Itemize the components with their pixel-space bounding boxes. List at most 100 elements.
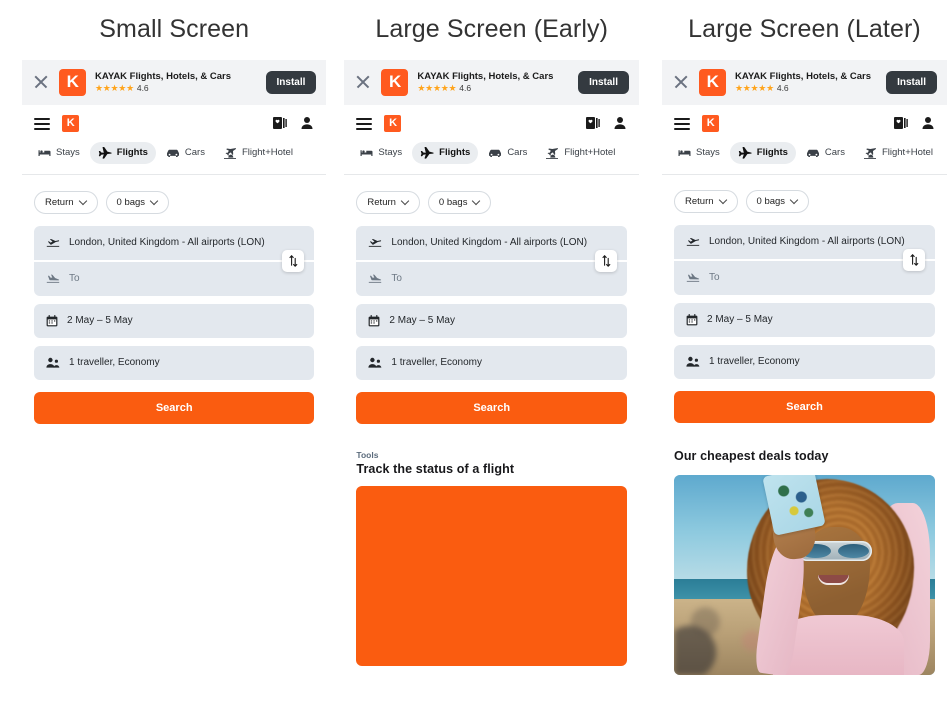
destination-input[interactable]: To (356, 261, 627, 296)
destination-input[interactable]: To (674, 260, 935, 295)
landing-icon (369, 273, 382, 283)
trips-icon[interactable] (586, 116, 601, 130)
origin-value: London, United Kingdom - All airports (L… (709, 236, 905, 247)
travellers-input[interactable]: 1 traveller, Economy (674, 344, 935, 379)
close-icon[interactable] (672, 73, 690, 91)
chevron-down-icon (473, 200, 480, 204)
tab-label: Stays (696, 147, 720, 158)
deals-hero-photo[interactable] (674, 474, 935, 675)
chevron-down-icon (720, 199, 727, 203)
tab-label: Flight+Hotel (564, 147, 616, 158)
bags-dropdown[interactable]: 0 bags (427, 190, 492, 214)
tab-flights[interactable]: Flights (412, 141, 479, 164)
top-nav: K (344, 105, 639, 140)
tab-flights[interactable]: Flights (729, 141, 796, 164)
origin-input[interactable]: London, United Kingdom - All airports (L… (674, 224, 935, 259)
trips-icon[interactable] (273, 116, 288, 130)
vertical-tabs: Stays Flights Cars Flight+Hotel (344, 140, 639, 175)
install-button[interactable]: Install (886, 70, 937, 94)
vertical-tabs: Stays Flights Cars Flight+Hotel (662, 140, 947, 175)
kayak-logo[interactable]: K (62, 114, 79, 132)
tab-flight-hotel[interactable]: Flight+Hotel (855, 142, 941, 164)
hamburger-menu-icon[interactable] (674, 117, 690, 130)
origin-input[interactable]: London, United Kingdom - All airports (L… (356, 225, 627, 260)
swap-button[interactable] (595, 249, 617, 272)
destination-placeholder: To (69, 273, 80, 284)
install-button[interactable]: Install (578, 70, 629, 94)
account-icon[interactable] (613, 116, 627, 130)
install-banner: K KAYAK Flights, Hotels, & Cars ★★★★★ 4.… (662, 59, 947, 105)
tab-flight-hotel[interactable]: Flight+Hotel (537, 142, 623, 164)
tab-cars[interactable]: Cars (798, 142, 853, 163)
dates-input[interactable]: 2 May – 5 May (674, 302, 935, 337)
column-large-screen-early: Large Screen (Early) K KAYAK Flights, Ho… (344, 0, 639, 705)
search-button[interactable]: Search (356, 391, 627, 424)
travellers-input[interactable]: 1 traveller, Economy (356, 345, 627, 380)
tab-stays[interactable]: Stays (30, 142, 88, 163)
trips-icon[interactable] (894, 116, 909, 130)
swap-button[interactable] (903, 248, 925, 271)
photo-smile (817, 574, 849, 585)
travellers-input[interactable]: 1 traveller, Economy (34, 345, 315, 380)
bags-value: 0 bags (438, 196, 468, 208)
swap-icon (601, 254, 610, 267)
hamburger-menu-icon[interactable] (356, 117, 373, 130)
tab-stays[interactable]: Stays (670, 142, 728, 163)
tab-flight-hotel[interactable]: Flight+Hotel (215, 142, 301, 164)
search-options-row: Return 0 bags (674, 189, 935, 213)
install-banner: K KAYAK Flights, Hotels, & Cars ★★★★★ 4.… (22, 59, 327, 105)
bags-dropdown[interactable]: 0 bags (105, 190, 170, 214)
flight-status-section: Tools Track the status of a flight (344, 450, 639, 666)
swap-button[interactable] (282, 249, 305, 272)
close-icon[interactable] (354, 73, 372, 91)
trip-type-dropdown[interactable]: Return (356, 190, 420, 214)
tab-stays[interactable]: Stays (352, 142, 410, 163)
destination-input[interactable]: To (34, 261, 315, 296)
app-name: KAYAK Flights, Hotels, & Cars (417, 70, 554, 82)
tab-label: Cars (824, 147, 845, 158)
origin-input[interactable]: London, United Kingdom - All airports (L… (34, 225, 315, 260)
top-nav: K (662, 105, 947, 140)
close-icon[interactable] (32, 73, 50, 91)
travellers-value: 1 traveller, Economy (709, 356, 800, 367)
account-icon[interactable] (300, 116, 314, 130)
kayak-logo[interactable]: K (702, 114, 719, 132)
app-frame-small: K KAYAK Flights, Hotels, & Cars ★★★★★ 4.… (22, 59, 327, 424)
calendar-icon (686, 313, 698, 325)
takeoff-icon (369, 238, 382, 247)
travellers-value: 1 traveller, Economy (69, 357, 160, 368)
tab-label: Stays (56, 147, 80, 158)
bags-dropdown[interactable]: 0 bags (745, 189, 810, 213)
tab-flights[interactable]: Flights (89, 141, 156, 164)
calendar-icon (46, 314, 58, 326)
account-icon[interactable] (921, 116, 935, 130)
travellers-value: 1 traveller, Economy (391, 357, 483, 368)
tab-cars[interactable]: Cars (480, 142, 535, 163)
cheapest-deals-section: Our cheapest deals today (662, 449, 947, 675)
flight-status-placeholder[interactable] (356, 485, 627, 666)
install-banner-text: KAYAK Flights, Hotels, & Cars ★★★★★ 4.6 (95, 71, 257, 94)
takeoff-icon (686, 237, 700, 246)
hamburger-menu-icon[interactable] (34, 117, 50, 130)
destination-placeholder: To (709, 272, 720, 283)
vertical-tabs: Stays Flights Cars Flight+Hotel (22, 140, 327, 175)
kayak-app-icon: K (699, 68, 726, 96)
landing-icon (46, 273, 60, 283)
dates-input[interactable]: 2 May – 5 May (356, 303, 627, 338)
rating-value: 4.6 (136, 83, 149, 94)
dates-input[interactable]: 2 May – 5 May (34, 303, 315, 338)
search-button[interactable]: Search (34, 391, 315, 424)
trip-type-dropdown[interactable]: Return (674, 189, 738, 213)
tab-cars[interactable]: Cars (158, 142, 213, 163)
dates-value: 2 May – 5 May (389, 315, 455, 326)
app-rating: ★★★★★ 4.6 (95, 83, 257, 93)
column-large-screen-later: Large Screen (Later) K KAYAK Flights, Ho… (662, 0, 947, 705)
app-rating: ★★★★★ 4.6 (417, 83, 569, 93)
search-button[interactable]: Search (674, 390, 935, 423)
kayak-logo[interactable]: K (384, 114, 402, 132)
bags-value: 0 bags (116, 196, 146, 208)
comparison-board: Small Screen K KAYAK Flights, Hotels, & … (0, 0, 947, 705)
trip-type-dropdown[interactable]: Return (34, 190, 98, 214)
install-button[interactable]: Install (265, 70, 317, 94)
photo-phone (762, 474, 826, 536)
